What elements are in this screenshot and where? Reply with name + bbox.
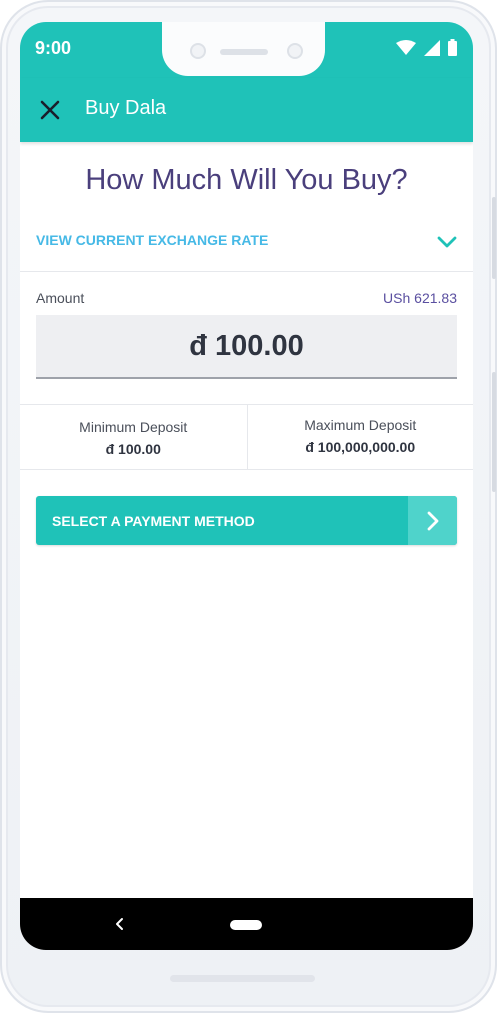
phone-bottom-speaker xyxy=(170,975,315,982)
minimum-deposit-label: Minimum Deposit xyxy=(79,419,188,435)
app-bar-title: Buy Dala xyxy=(85,97,167,119)
maximum-deposit: Maximum Deposit đ 100,000,000.00 xyxy=(246,405,474,469)
camera-notch xyxy=(162,22,325,76)
signal-icon xyxy=(424,39,440,56)
volume-button xyxy=(492,197,496,279)
nav-back-icon[interactable] xyxy=(112,915,128,933)
deposit-limits: Minimum Deposit đ 100.00 Maximum Deposit… xyxy=(20,404,473,470)
maximum-deposit-value: đ 100,000,000.00 xyxy=(305,439,416,455)
chevron-right-icon xyxy=(427,511,438,530)
chevron-down-icon xyxy=(437,236,457,248)
navigation-bar xyxy=(20,898,473,950)
app-bar: Buy Dala xyxy=(20,78,473,142)
maximum-deposit-label: Maximum Deposit xyxy=(304,417,417,433)
system-icons xyxy=(396,39,457,56)
earpiece-speaker xyxy=(220,49,268,55)
wifi-icon xyxy=(396,39,416,55)
amount-label: Amount xyxy=(36,290,85,306)
battery-icon xyxy=(448,39,457,56)
nav-home-button[interactable] xyxy=(230,920,262,930)
front-sensor xyxy=(287,43,303,59)
front-camera xyxy=(190,43,206,59)
select-payment-method-button[interactable]: SELECT A PAYMENT METHOD xyxy=(36,496,457,545)
phone-screen: 9:00 Buy Dala How Much Will You Buy? VIE… xyxy=(20,22,473,950)
exchange-rate-toggle[interactable]: VIEW CURRENT EXCHANGE RATE xyxy=(20,218,473,272)
minimum-deposit-value: đ 100.00 xyxy=(105,441,161,457)
power-button xyxy=(492,372,496,492)
amount-input[interactable]: đ 100.00 xyxy=(36,315,457,379)
close-icon[interactable] xyxy=(36,96,64,124)
exchange-rate-label: VIEW CURRENT EXCHANGE RATE xyxy=(36,232,269,248)
page-title: How Much Will You Buy? xyxy=(85,164,408,196)
payment-button-label: SELECT A PAYMENT METHOD xyxy=(52,513,255,529)
minimum-deposit: Minimum Deposit đ 100.00 xyxy=(20,405,247,469)
status-time: 9:00 xyxy=(35,38,72,58)
payment-button-arrow xyxy=(408,496,457,545)
amount-local-value: USh 621.83 xyxy=(383,290,457,306)
